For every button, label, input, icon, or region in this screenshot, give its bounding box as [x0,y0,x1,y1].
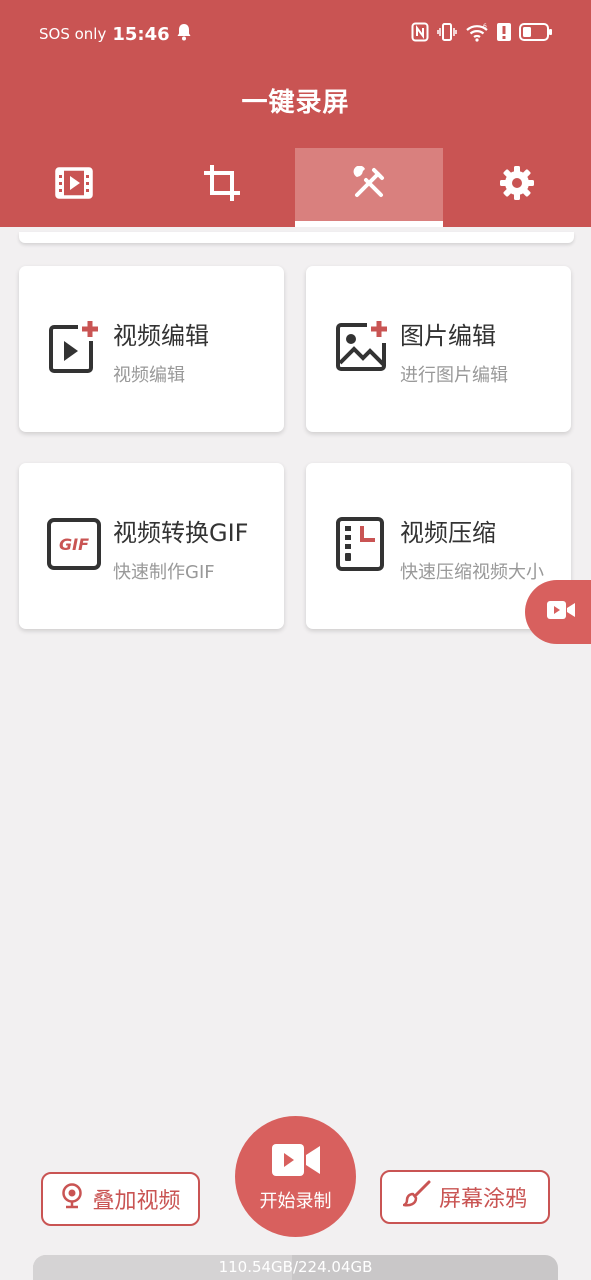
screen-doodle-button[interactable]: 屏幕涂鸦 [380,1170,550,1224]
nfc-icon [411,22,429,46]
tool-title: 视频转换GIF [113,519,249,547]
tab-tools[interactable] [295,148,443,227]
camera-icon [540,599,576,625]
settings-icon [499,165,535,205]
tool-subtitle: 快速压缩视频大小 [400,562,544,583]
tool-card-video-to-gif[interactable]: GIF 视频转换GIF 快速制作GIF [19,463,284,629]
crop-icon [203,164,241,206]
video-camera-icon [271,1141,321,1183]
bell-icon [176,23,192,45]
video-edit-icon [46,319,102,375]
alert-icon [497,23,511,45]
compress-icon [333,516,389,572]
battery-icon [519,22,553,46]
gif-icon: GIF [46,516,102,572]
start-record-label: 开始录制 [259,1190,332,1212]
status-right: 6 [411,22,553,46]
app-title: 一键录屏 [241,88,350,118]
previous-card-edge [19,232,574,243]
tool-title: 图片编辑 [400,322,496,350]
screen-doodle-label: 屏幕涂鸦 [438,1187,527,1212]
tool-subtitle: 视频编辑 [113,365,185,386]
svg-text:GIF: GIF [59,535,89,554]
storage-text: 110.54GB/224.04GB [218,1258,373,1276]
status-bar: SOS only 15:46 6 [0,0,591,64]
tool-card-image-edit[interactable]: 图片编辑 进行图片编辑 [306,266,571,432]
video-list-icon [55,166,93,204]
image-edit-icon [333,319,389,375]
overlay-video-label: 叠加视频 [92,1189,181,1214]
tools-icon [352,165,386,204]
tool-title: 视频编辑 [113,322,209,350]
floating-record-button[interactable] [525,580,591,644]
svg-text:6: 6 [483,23,487,30]
overlay-video-button[interactable]: 叠加视频 [41,1172,200,1226]
app-header: SOS only 15:46 6 一键录屏 [0,0,591,227]
vibrate-icon [437,22,457,46]
storage-bar: 110.54GB/224.04GB [33,1255,558,1280]
tab-settings[interactable] [443,148,591,227]
tool-card-video-edit[interactable]: 视频编辑 视频编辑 [19,266,284,432]
tab-video-list[interactable] [0,148,148,227]
brush-icon [402,1180,431,1214]
start-record-button[interactable]: 开始录制 [235,1116,356,1237]
tool-subtitle: 快速制作GIF [113,562,215,583]
status-left: SOS only 15:46 [39,22,192,46]
tool-title: 视频压缩 [400,519,496,547]
webcam-icon [60,1183,84,1215]
tab-crop[interactable] [148,148,296,227]
clock: 15:46 [112,23,170,45]
tab-bar [0,148,591,227]
tool-subtitle: 进行图片编辑 [400,365,508,386]
wifi-icon: 6 [465,22,489,46]
carrier-text: SOS only [39,25,107,43]
